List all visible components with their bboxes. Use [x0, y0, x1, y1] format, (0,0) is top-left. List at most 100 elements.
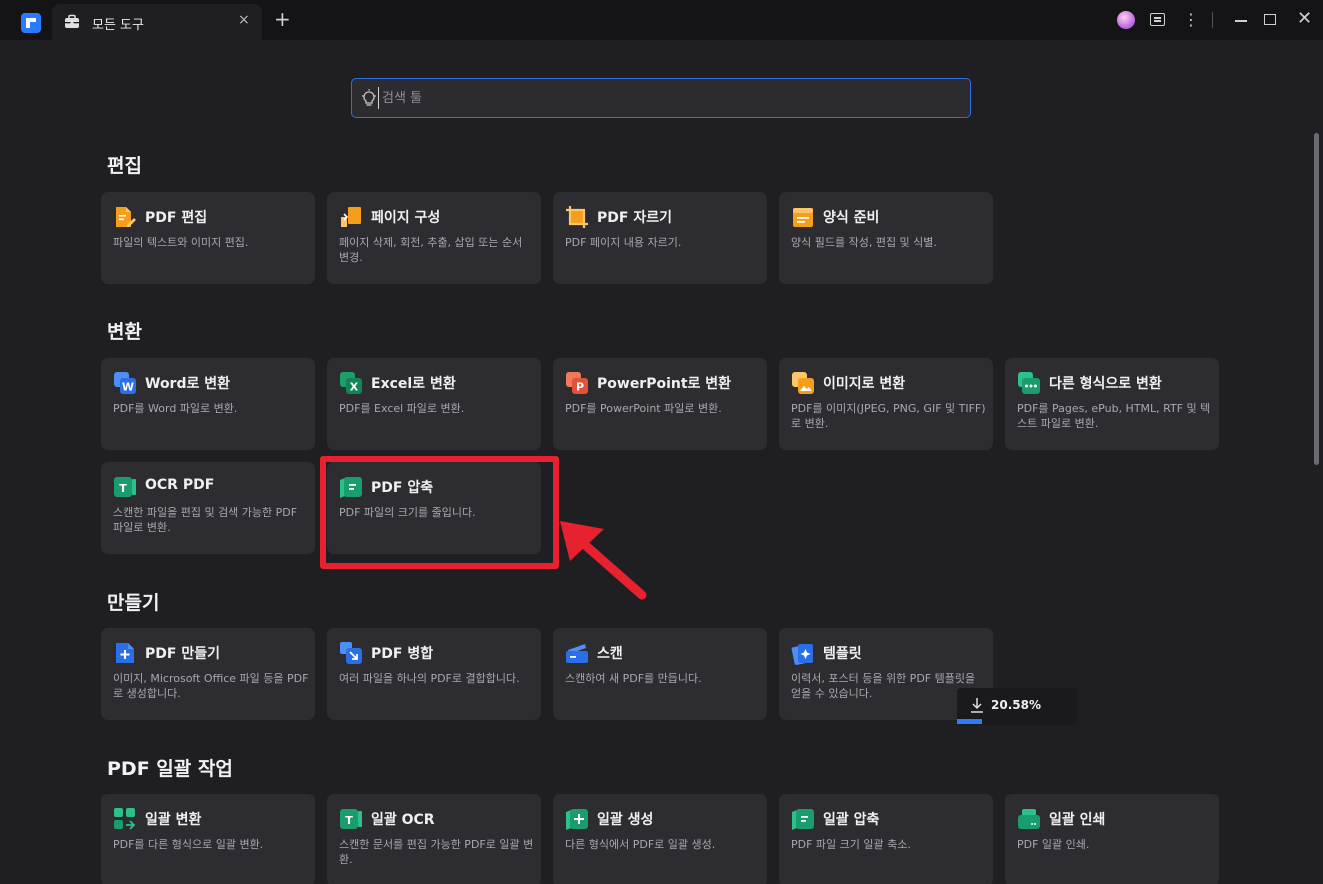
card-title: 일괄 인쇄	[1049, 812, 1106, 828]
card-title: 템플릿	[823, 646, 862, 662]
card-desc: PDF를 다른 형식으로 일괄 변환.	[113, 838, 264, 851]
card-desc: 스캔한 파일을 편집 및 검색 가능한 PDF 파일로 변환.	[113, 506, 298, 534]
vertical-scrollbar[interactable]	[1314, 133, 1319, 465]
avatar[interactable]	[1117, 11, 1135, 29]
card-title: PDF 편집	[145, 210, 208, 226]
card-title: 다른 형식으로 변환	[1049, 376, 1162, 392]
titlebar-divider	[1212, 12, 1213, 28]
card-desc: PDF를 이미지(JPEG, PNG, GIF 및 TIFF)로 변환.	[791, 402, 986, 430]
card-desc: 스캔하여 새 PDF를 만듭니다.	[565, 672, 702, 685]
tab-title: 모든 도구	[92, 18, 144, 33]
card-scan[interactable]: 스캔 스캔하여 새 PDF를 만듭니다.	[553, 628, 767, 720]
card-pdf-crop[interactable]: PDF 자르기 PDF 페이지 내용 자르기.	[553, 192, 767, 284]
card-desc: 여러 파일을 하나의 PDF로 결합합니다.	[339, 672, 520, 685]
card-desc: 페이지 삭제, 회전, 추출, 삽입 또는 순서 변경.	[339, 236, 523, 264]
card-to-other-format[interactable]: 다른 형식으로 변환 PDF를 Pages, ePub, HTML, RTF 및…	[1005, 358, 1219, 450]
powerpoint-icon: P	[566, 372, 588, 394]
card-desc: PDF를 Word 파일로 변환.	[113, 402, 238, 415]
minimize-icon[interactable]	[1235, 20, 1247, 22]
card-pdf-merge[interactable]: PDF 병합 여러 파일을 하나의 PDF로 결합합니다.	[327, 628, 541, 720]
svg-text:W: W	[122, 381, 134, 394]
tab-all-tools[interactable]: 모든 도구 ×	[52, 4, 262, 40]
card-to-word[interactable]: W Word로 변환 PDF를 Word 파일로 변환.	[101, 358, 315, 450]
card-title: 일괄 생성	[597, 812, 654, 828]
card-form-prepare[interactable]: 양식 준비 양식 필드를 작성, 편집 및 식별.	[779, 192, 993, 284]
new-tab-button[interactable]: +	[274, 9, 291, 29]
card-desc: PDF 페이지 내용 자르기.	[565, 236, 682, 249]
card-ocr-pdf[interactable]: T OCR PDF 스캔한 파일을 편집 및 검색 가능한 PDF 파일로 변환…	[101, 462, 315, 554]
search-input[interactable]	[378, 87, 938, 109]
card-desc: 스캔한 문서를 편집 가능한 PDF로 일괄 변환.	[339, 838, 534, 866]
word-icon: W	[114, 372, 136, 394]
card-desc: PDF를 Pages, ePub, HTML, RTF 및 텍스트 파일로 변환…	[1017, 402, 1211, 430]
card-desc: PDF를 PowerPoint 파일로 변환.	[565, 402, 722, 415]
card-title: 일괄 변환	[145, 812, 202, 828]
card-to-powerpoint[interactable]: P PowerPoint로 변환 PDF를 PowerPoint 파일로 변환.	[553, 358, 767, 450]
download-progress-badge[interactable]: 20.58%	[957, 688, 1077, 725]
card-title: PDF 병합	[371, 646, 434, 662]
card-title: 일괄 압축	[823, 812, 880, 828]
svg-text:X: X	[350, 381, 359, 394]
card-to-image[interactable]: 이미지로 변환 PDF를 이미지(JPEG, PNG, GIF 및 TIFF)로…	[779, 358, 993, 450]
svg-text:T: T	[119, 482, 127, 495]
batch-create-icon	[566, 809, 588, 830]
card-desc: 다른 형식에서 PDF로 일괄 생성.	[565, 838, 716, 851]
batch-ocr-icon: T	[340, 809, 362, 829]
highlight-box	[320, 456, 559, 569]
toolbox-icon	[65, 14, 79, 28]
card-title: PDF 자르기	[597, 210, 672, 226]
annotation-arrow-icon	[560, 521, 647, 600]
section-title-edit: 편집	[107, 155, 142, 177]
create-pdf-icon	[116, 643, 134, 663]
card-batch-create[interactable]: 일괄 생성 다른 형식에서 PDF로 일괄 생성.	[553, 794, 767, 884]
app-logo-icon[interactable]	[21, 13, 41, 33]
card-page-organize[interactable]: 페이지 구성 페이지 삭제, 회전, 추출, 삽입 또는 순서 변경.	[327, 192, 541, 284]
search-box[interactable]	[351, 78, 971, 118]
card-batch-convert[interactable]: 일괄 변환 PDF를 다른 형식으로 일괄 변환.	[101, 794, 315, 884]
maximize-icon[interactable]	[1264, 14, 1276, 25]
download-progress-fill	[957, 719, 982, 724]
card-desc: PDF 일괄 인쇄.	[1017, 838, 1090, 851]
feedback-icon[interactable]	[1150, 13, 1165, 26]
card-batch-compress[interactable]: 일괄 압축 PDF 파일 크기 일괄 축소.	[779, 794, 993, 884]
svg-text:P: P	[576, 381, 584, 394]
card-title: 스캔	[597, 646, 623, 662]
title-bar: 모든 도구 × + ⋮ ✕	[0, 0, 1323, 40]
ocr-icon: T	[114, 477, 136, 497]
card-title: PDF 만들기	[145, 646, 220, 662]
card-desc: PDF 파일 크기 일괄 축소.	[791, 838, 911, 851]
lightbulb-icon	[362, 89, 376, 106]
card-pdf-edit[interactable]: PDF 편집 파일의 텍스트와 이미지 편집.	[101, 192, 315, 284]
card-title: Word로 변환	[145, 376, 231, 392]
close-window-icon[interactable]: ✕	[1297, 9, 1312, 29]
section-title-batch: PDF 일괄 작업	[107, 758, 233, 780]
section-title-convert: 변환	[107, 321, 142, 343]
batch-convert-icon	[114, 808, 136, 830]
page-organize-icon	[341, 207, 361, 227]
card-to-excel[interactable]: X Excel로 변환 PDF를 Excel 파일로 변환.	[327, 358, 541, 450]
other-format-icon	[1018, 372, 1040, 394]
card-title: Excel로 변환	[371, 376, 456, 392]
card-desc: 양식 필드를 작성, 편집 및 식별.	[791, 236, 937, 249]
card-batch-ocr[interactable]: T 일괄 OCR 스캔한 문서를 편집 가능한 PDF로 일괄 변환.	[327, 794, 541, 884]
card-desc: PDF를 Excel 파일로 변환.	[339, 402, 465, 415]
card-title: 일괄 OCR	[371, 812, 435, 828]
card-title: 이미지로 변환	[823, 376, 906, 392]
batch-print-icon	[1018, 809, 1040, 829]
card-title: PowerPoint로 변환	[597, 376, 732, 392]
form-icon	[793, 208, 813, 227]
svg-text:T: T	[345, 814, 353, 827]
card-title: OCR PDF	[145, 477, 215, 493]
more-options-icon[interactable]: ⋮	[1183, 10, 1199, 30]
card-title: 양식 준비	[823, 210, 880, 226]
merge-icon	[340, 642, 362, 664]
card-desc: 파일의 텍스트와 이미지 편집.	[113, 236, 249, 249]
download-percent: 20.58%	[991, 698, 1041, 712]
card-create-pdf[interactable]: PDF 만들기 이미지, Microsoft Office 파일 등을 PDF로…	[101, 628, 315, 720]
crop-icon	[566, 206, 588, 228]
section-title-create: 만들기	[107, 592, 160, 614]
scan-icon	[566, 644, 588, 663]
card-batch-print[interactable]: 일괄 인쇄 PDF 일괄 인쇄.	[1005, 794, 1219, 884]
pdf-edit-icon	[116, 207, 136, 227]
tab-close-icon[interactable]: ×	[238, 12, 250, 28]
